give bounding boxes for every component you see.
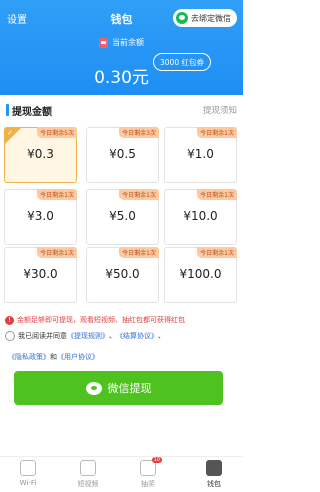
remaining-count-tag: 今日剩余1次 [37, 247, 77, 258]
balance-label-row: 当前余额 [0, 37, 243, 48]
tab-label: 钱包 [207, 480, 221, 488]
amount-option-card[interactable]: 今日剩余1次 ¥100.0 [164, 247, 237, 303]
settlement-agreement-link[interactable]: 《结算协议》 [116, 331, 158, 341]
wechat-icon [176, 12, 188, 24]
agree-radio[interactable] [5, 331, 15, 341]
remaining-count-tag: 今日剩余1次 [197, 189, 237, 200]
amount-value: ¥10.0 [183, 209, 218, 223]
remaining-count-tag: 今日剩余1次 [119, 247, 159, 258]
wallet-icon [99, 37, 108, 48]
wechat-withdraw-button[interactable]: 微信提现 [14, 371, 223, 405]
agree-and: 和 [50, 353, 57, 361]
wechat-icon [85, 381, 102, 395]
video-icon [80, 460, 96, 476]
section-title: 提现金额 [12, 107, 52, 118]
remaining-count-tag: 今日剩余1次 [197, 247, 237, 258]
section-accent-bar [6, 104, 9, 116]
tab-0[interactable]: Wi-Fi [4, 460, 52, 487]
bind-wechat-label: 去绑定微信 [191, 13, 231, 23]
amount-value: ¥5.0 [109, 209, 136, 223]
amount-option-card[interactable]: 今日剩余1次 ¥30.0 [4, 247, 77, 303]
amount-value: ¥50.0 [105, 267, 140, 281]
agreement-row-2: 《隐私政策》和《用户协议》 [8, 352, 99, 362]
tab-1[interactable]: 短视频 [64, 460, 112, 489]
agreement-row: 我已阅读并同意 《提现规则》 、 《结算协议》 、 [5, 331, 165, 341]
tab-2[interactable]: 10 抽奖 [124, 457, 172, 489]
privacy-policy-link[interactable]: 《隐私政策》 [8, 353, 50, 361]
amount-value: ¥1.0 [187, 147, 214, 161]
amount-option-card[interactable]: 今日剩余1次 ¥3.0 [4, 189, 77, 245]
balance-label: 当前余额 [112, 38, 144, 47]
tab-label: Wi-Fi [19, 479, 37, 487]
agree-prefix: 我已阅读并同意 [18, 332, 67, 340]
bind-wechat-button[interactable]: 去绑定微信 [173, 9, 237, 27]
withdraw-notice-link[interactable]: 提现须知 [203, 104, 237, 116]
remaining-count-tag: 今日剩余5次 [37, 127, 77, 138]
amount-option-card[interactable]: 今日剩余3次 ¥0.5 [86, 127, 159, 183]
amount-value: ¥30.0 [23, 267, 58, 281]
withdraw-amount-header: 提现金额 提现须知 [0, 99, 243, 121]
withdraw-button-label: 微信提现 [107, 382, 152, 395]
amount-option-card[interactable]: 今日剩余1次 ¥10.0 [164, 189, 237, 245]
remaining-count-tag: 今日剩余1次 [197, 127, 237, 138]
tab-label: 短视频 [77, 480, 99, 488]
wifi-icon [20, 460, 36, 476]
amount-value: ¥0.3 [27, 147, 54, 161]
wallet-icon [206, 460, 222, 476]
amount-value: ¥0.5 [109, 147, 136, 161]
remaining-count-tag: 今日剩余3次 [119, 127, 159, 138]
notice-row: ! 金额足够即可提现，观看短视频、抽红包都可获得红包 [5, 315, 185, 325]
lottery-icon: 10 [140, 457, 162, 476]
amount-value: ¥3.0 [27, 209, 54, 223]
amount-option-card[interactable]: 今日剩余1次 ¥50.0 [86, 247, 159, 303]
amount-option-card[interactable]: ✓ 今日剩余5次 ¥0.3 [4, 127, 77, 183]
user-agreement-link[interactable]: 《用户协议》 [57, 353, 99, 361]
remaining-count-tag: 今日剩余1次 [37, 189, 77, 200]
wallet-header: 设置 钱包 去绑定微信 当前余额 0.30元 3000 红包券 [0, 0, 243, 95]
amount-option-card[interactable]: 今日剩余1次 ¥5.0 [86, 189, 159, 245]
checkmark-icon: ✓ [7, 129, 13, 137]
agree-sep-2: 、 [158, 332, 165, 340]
tab-badge: 10 [151, 457, 162, 463]
bottom-tab-bar: Wi-Fi 短视频 10 抽奖 钱包 [0, 456, 243, 492]
amount-option-card[interactable]: 今日剩余1次 ¥1.0 [164, 127, 237, 183]
warning-icon: ! [5, 315, 14, 325]
tab-label: 抽奖 [141, 480, 155, 488]
withdraw-rules-link[interactable]: 《提现规则》 [67, 331, 109, 341]
tab-3[interactable]: 钱包 [190, 460, 238, 489]
notice-text: 金额足够即可提现，观看短视频、抽红包都可获得红包 [17, 316, 185, 324]
agree-sep-1: 、 [109, 332, 116, 340]
amount-value: ¥100.0 [179, 267, 222, 281]
remaining-count-tag: 今日剩余1次 [119, 189, 159, 200]
coupon-badge[interactable]: 3000 红包券 [153, 53, 211, 71]
